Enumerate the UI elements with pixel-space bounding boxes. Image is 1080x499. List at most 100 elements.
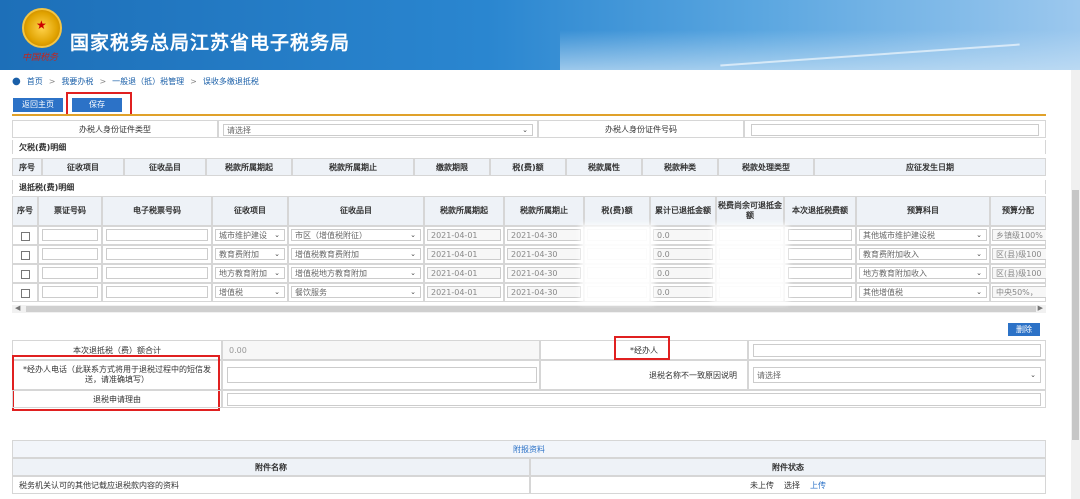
refund-column-header: 序号 [12,196,38,226]
budget-allocation: 区(县)级100 [992,248,1046,260]
vertical-scrollbar[interactable] [1071,70,1080,499]
row-checkbox[interactable] [21,232,30,241]
period-start: 2021-04-01 [427,248,501,260]
phone-input[interactable] [227,367,537,383]
handler-input[interactable] [753,344,1041,357]
id-type-select[interactable]: 请选择 ⌄ [223,124,533,136]
row-checkbox[interactable] [21,289,30,298]
refund-section-title: 退抵税(费)明细 [12,180,1046,194]
owed-column-header: 税款属性 [566,158,642,176]
chevron-down-icon: ⌄ [976,288,982,296]
refunded-total: 0.0 [653,229,713,241]
levy-subitem-select[interactable]: 增值税地方教育附加 ⌄ [291,267,421,279]
total-value: 0.00 [222,340,540,360]
ticket-no-input[interactable] [42,267,98,279]
id-no-input[interactable] [751,124,1039,136]
chevron-down-icon: ⌄ [274,231,280,239]
attachment-upload-link[interactable]: 上传 [810,480,826,491]
levy-item-select[interactable]: 地方教育附加 ⌄ [215,267,285,279]
e-ticket-no-input[interactable] [106,286,208,298]
chevron-down-icon: ⌄ [976,231,982,239]
levy-subitem-select[interactable]: 市区（增值税附征） ⌄ [291,229,421,241]
refund-column-header: 征收品目 [288,196,424,226]
horizontal-scrollbar[interactable]: ◀ ▶ [12,304,1046,313]
period-end: 2021-04-30 [507,286,581,298]
budget-allocation: 中央50%， [992,286,1046,298]
refund-column-header: 票证号码 [38,196,102,226]
apply-reason-label: 退税申请理由 [12,390,222,408]
id-no-label: 办税人身份证件号码 [538,120,744,138]
ticket-no-input[interactable] [42,229,98,241]
owed-column-header: 税(费)额 [490,158,566,176]
chevron-down-icon: ⌄ [1030,371,1036,379]
scroll-right-icon[interactable]: ▶ [1038,304,1043,312]
id-no-cell [744,120,1046,138]
budget-subject-select[interactable]: 其他城市维护建设税 ⌄ [859,229,987,241]
period-start: 2021-04-01 [427,229,501,241]
id-type-cell: 请选择 ⌄ [218,120,538,138]
e-ticket-no-input[interactable] [106,267,208,279]
owed-column-header: 征收项目 [42,158,124,176]
refunded-total: 0.0 [653,267,713,279]
ticket-no-input[interactable] [42,286,98,298]
breadcrumb-home[interactable]: 首页 [27,76,43,87]
back-home-button[interactable]: 返回主页 [13,98,63,112]
budget-subject-select[interactable]: 教育费附加收入 ⌄ [859,248,987,260]
this-refund-input[interactable] [788,286,852,298]
apply-reason-input[interactable] [227,393,1041,406]
row-checkbox[interactable] [21,270,30,279]
e-ticket-no-input[interactable] [106,229,208,241]
scroll-left-icon[interactable]: ◀ [15,304,20,312]
levy-item-select[interactable]: 增值税 ⌄ [215,286,285,298]
refund-column-header: 税费尚余可退抵金额 [716,196,784,226]
vertical-scroll-thumb[interactable] [1072,190,1079,440]
highlight-save [66,92,132,116]
refund-column-header: 累计已退抵金额 [650,196,716,226]
period-start: 2021-04-01 [427,267,501,279]
attachment-row-name: 税务机关认可的其他记载应退税款内容的资料 [12,476,530,494]
refund-column-header: 电子税票号码 [102,196,212,226]
refund-column-header: 征收项目 [212,196,288,226]
attachment-status: 未上传 [750,480,774,490]
refund-column-header: 本次退抵税费额 [784,196,856,226]
this-refund-input[interactable] [788,248,852,260]
site-title: 国家税务总局江苏省电子税务局 [70,32,351,54]
budget-subject-select[interactable]: 其他增值税 ⌄ [859,286,987,298]
toolbar-divider [12,114,1046,116]
levy-subitem-select[interactable]: 增值税教育费附加 ⌄ [291,248,421,260]
attachments-title: 附报资料 [12,440,1046,458]
delete-button[interactable]: 删除 [1008,323,1040,336]
scroll-thumb[interactable] [26,306,1036,312]
refund-column-header: 税(费)额 [584,196,650,226]
row-checkbox[interactable] [21,251,30,260]
levy-subitem-select[interactable]: 餐饮服务 ⌄ [291,286,421,298]
refund-column-header: 税款所属期止 [504,196,584,226]
owed-column-header: 缴款期限 [414,158,490,176]
budget-subject-select[interactable]: 地方教育附加收入 ⌄ [859,267,987,279]
reason-select[interactable]: 请选择 ⌄ [753,367,1041,383]
highlight-handler [614,336,670,360]
chevron-down-icon: ⌄ [274,288,280,296]
levy-item-select[interactable]: 城市维护建设 ⌄ [215,229,285,241]
attachment-row-status-cell: 未上传 选择 上传 [530,476,1046,494]
attachment-select-link[interactable]: 选择 [784,480,800,491]
this-refund-input[interactable] [788,229,852,241]
chevron-down-icon: ⌄ [410,250,416,258]
redaction-blur [580,224,654,304]
attachments-col-status: 附件状态 [530,458,1046,476]
id-type-label: 办税人身份证件类型 [12,120,218,138]
budget-allocation: 乡镇级100% [992,229,1046,241]
period-end: 2021-04-30 [507,267,581,279]
chevron-down-icon: ⌄ [976,250,982,258]
owed-column-header: 序号 [12,158,42,176]
levy-item-select[interactable]: 教育费附加 ⌄ [215,248,285,260]
period-end: 2021-04-30 [507,229,581,241]
this-refund-input[interactable] [788,267,852,279]
breadcrumb-refund-management[interactable]: 一般退（抵）税管理 [112,76,184,87]
chevron-down-icon: ⌄ [274,250,280,258]
ticket-no-input[interactable] [42,248,98,260]
chevron-down-icon: ⌄ [274,269,280,277]
handler-cell [748,340,1046,360]
e-ticket-no-input[interactable] [106,248,208,260]
breadcrumb-tax-services[interactable]: 我要办税 [61,76,93,87]
